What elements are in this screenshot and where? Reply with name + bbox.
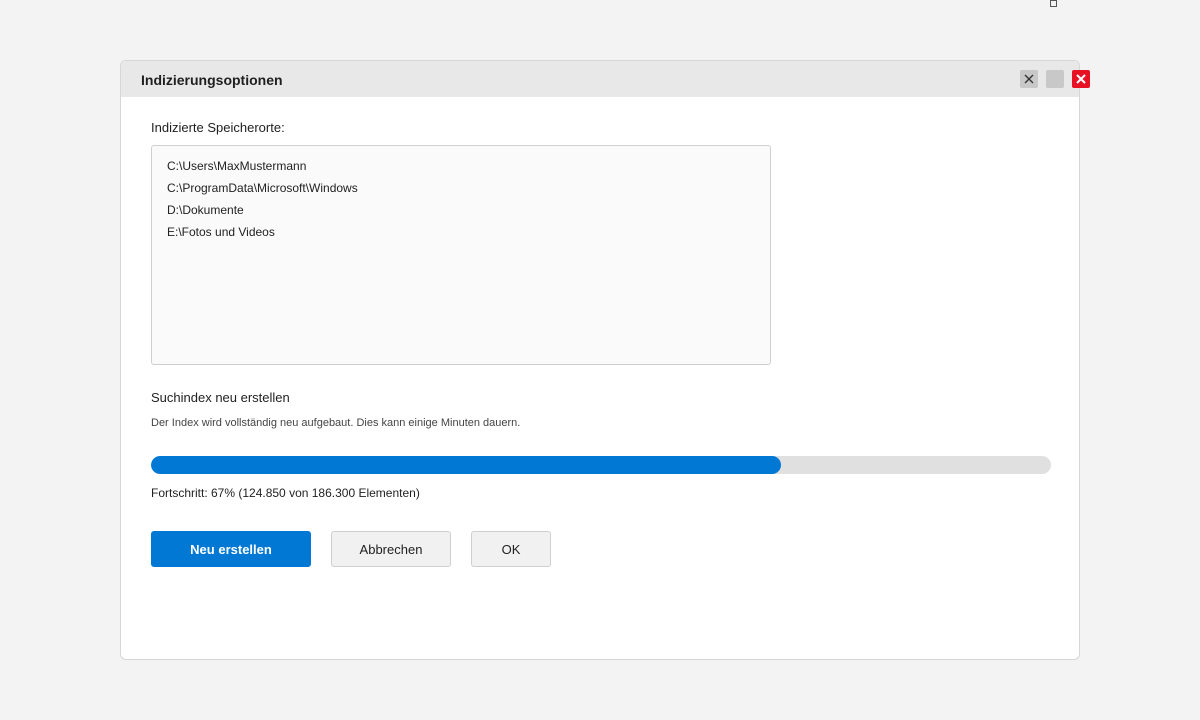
close-icon (1076, 74, 1086, 84)
ok-button[interactable]: OK (471, 531, 551, 567)
rebuild-section-title: Suchindex neu erstellen (151, 390, 290, 405)
titlebar-maximize-button[interactable] (1046, 70, 1064, 88)
list-item[interactable]: C:\Users\MaxMustermann (167, 159, 306, 173)
indexing-options-dialog: Indizierungsoptionen Indizierte Speicher… (120, 60, 1090, 660)
rebuild-progress-fill (151, 456, 781, 474)
close-x-icon (1024, 74, 1034, 84)
desktop-background: Indizierungsoptionen Indizierte Speicher… (0, 0, 1200, 720)
rebuild-description: Der Index wird vollständig neu aufgebaut… (151, 417, 521, 429)
indexed-locations-label: Indizierte Speicherorte: (151, 120, 285, 135)
indexed-locations-list[interactable]: C:\Users\MaxMustermann C:\ProgramData\Mi… (151, 145, 771, 365)
dialog-titlebar[interactable]: Indizierungsoptionen (121, 61, 1090, 97)
list-item[interactable]: D:\Dokumente (167, 203, 244, 217)
list-item[interactable]: C:\ProgramData\Microsoft\Windows (167, 181, 358, 195)
window-square-icon (1050, 0, 1057, 7)
rebuild-button[interactable]: Neu erstellen (151, 531, 311, 567)
cancel-button[interactable]: Abbrechen (331, 531, 451, 567)
progress-status-text: Fortschritt: 67% (124.850 von 186.300 El… (151, 486, 420, 500)
titlebar-close-x-button[interactable] (1020, 70, 1038, 88)
dialog-title: Indizierungsoptionen (141, 72, 283, 88)
titlebar-close-button[interactable] (1072, 70, 1090, 88)
list-item[interactable]: E:\Fotos und Videos (167, 225, 275, 239)
rebuild-progress-bar (151, 456, 1051, 474)
